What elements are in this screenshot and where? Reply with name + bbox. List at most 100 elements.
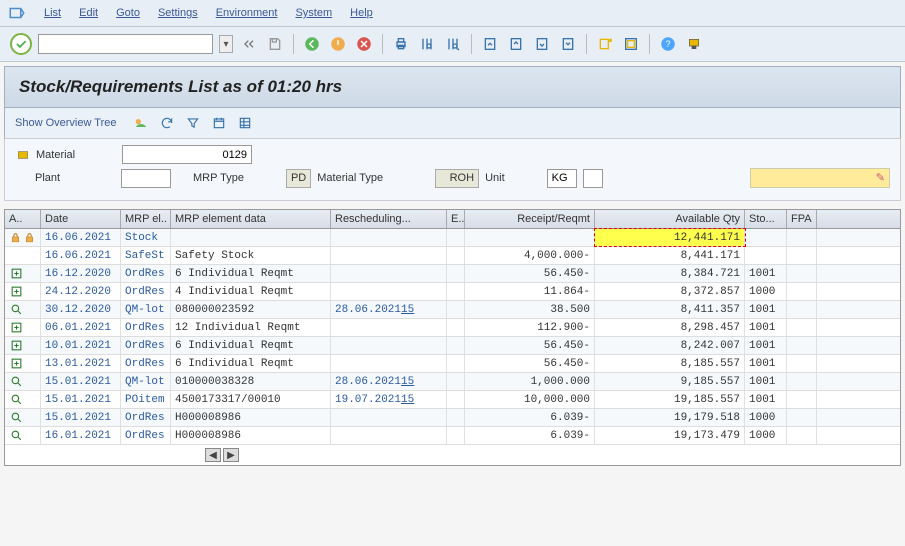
save-icon[interactable] [265, 34, 285, 54]
row-action-icon[interactable] [9, 356, 24, 371]
hdr-resched[interactable]: Rescheduling... [331, 210, 447, 228]
cell-mrpel: OrdRes [121, 355, 171, 372]
cell-e [447, 265, 465, 282]
app-toolbar: ▾ ? [0, 27, 905, 62]
cell-fpa [787, 373, 817, 390]
hdr-mrpel[interactable]: MRP el.. [121, 210, 171, 228]
h-scrollbar[interactable]: ◀ ▶ [5, 445, 900, 465]
cell-fpa [787, 247, 817, 264]
tcode-input[interactable] [38, 34, 213, 54]
menu-settings[interactable]: Settings [158, 7, 198, 19]
unit-extra-input[interactable] [583, 169, 603, 188]
refresh-icon[interactable] [158, 114, 176, 132]
main-menu-bar: List Edit Goto Settings Environment Syst… [0, 0, 905, 27]
row-action-icon[interactable] [9, 248, 24, 263]
plant-input[interactable] [121, 169, 171, 188]
find-next-icon[interactable] [443, 34, 463, 54]
row-action-icon[interactable] [9, 266, 24, 281]
menu-help[interactable]: Help [350, 7, 373, 19]
cell-e [447, 247, 465, 264]
hdr-a[interactable]: A.. [5, 210, 41, 228]
help-icon[interactable]: ? [658, 34, 678, 54]
cell-fpa [787, 265, 817, 282]
pencil-icon: ✎ [876, 171, 885, 184]
first-page-icon[interactable] [480, 34, 500, 54]
grid-row[interactable]: 30.12.2020QM-lot08000002359228.06.2021 1… [5, 301, 900, 319]
row-action-icon[interactable] [9, 410, 24, 425]
scroll-right-icon[interactable]: ▶ [223, 448, 239, 462]
menu-goto[interactable]: Goto [116, 7, 140, 19]
cell-e [447, 301, 465, 318]
row-action-icon[interactable] [9, 374, 24, 389]
back-chevrons-icon[interactable] [239, 34, 259, 54]
grid-row[interactable]: 15.01.2021POitem4500173317/0001019.07.20… [5, 391, 900, 409]
hdr-receipt[interactable]: Receipt/Reqmt [465, 210, 595, 228]
nav-back-icon[interactable] [302, 34, 322, 54]
graphic-icon[interactable] [132, 114, 150, 132]
nav-exit-icon[interactable] [328, 34, 348, 54]
scroll-left-icon[interactable]: ◀ [205, 448, 221, 462]
hdr-availqty[interactable]: Available Qty [595, 210, 745, 228]
next-page-icon[interactable] [532, 34, 552, 54]
prev-page-icon[interactable] [506, 34, 526, 54]
cell-e [447, 355, 465, 372]
enter-button[interactable] [10, 33, 32, 55]
print-icon[interactable] [391, 34, 411, 54]
cell-sto: 1001 [745, 373, 787, 390]
row-action-icon[interactable] [9, 338, 24, 353]
hdr-date[interactable]: Date [41, 210, 121, 228]
layout-icon[interactable] [684, 34, 704, 54]
cell-date: 30.12.2020 [41, 301, 121, 318]
unit-input[interactable] [547, 169, 577, 188]
cell-mrpel: OrdRes [121, 319, 171, 336]
cell-availqty: 8,242.007 [595, 337, 745, 354]
row-action-icon[interactable] [9, 230, 22, 245]
cell-data: 6 Individual Reqmt [171, 355, 331, 372]
grid-row[interactable]: 16.06.2021Stock12,441.171 [5, 229, 900, 247]
cell-resched [331, 283, 447, 300]
grid-row[interactable]: 06.01.2021OrdRes12 Individual Reqmt112.9… [5, 319, 900, 337]
cell-resched [331, 229, 447, 246]
hdr-e[interactable]: E.. [447, 210, 465, 228]
show-overview-tree-link[interactable]: Show Overview Tree [15, 117, 116, 129]
shortcut-icon[interactable] [621, 34, 641, 54]
menu-edit[interactable]: Edit [79, 7, 98, 19]
menu-environment[interactable]: Environment [216, 7, 278, 19]
filter-icon[interactable] [184, 114, 202, 132]
hdr-fpa[interactable]: FPA [787, 210, 817, 228]
find-icon[interactable] [417, 34, 437, 54]
grid-row[interactable]: 16.01.2021OrdResH0000089866.039-19,173.4… [5, 427, 900, 445]
grid-row[interactable]: 16.12.2020OrdRes6 Individual Reqmt56.450… [5, 265, 900, 283]
row-action-icon[interactable] [9, 320, 24, 335]
menu-system[interactable]: System [295, 7, 332, 19]
grid-row[interactable]: 10.01.2021OrdRes6 Individual Reqmt56.450… [5, 337, 900, 355]
grid-row[interactable]: 15.01.2021OrdResH0000089866.039-19,179.5… [5, 409, 900, 427]
row-action-icon[interactable] [9, 284, 24, 299]
grid-row[interactable]: 16.06.2021SafeStSafety Stock4,000.000-8,… [5, 247, 900, 265]
cell-data: 010000038328 [171, 373, 331, 390]
filter-block: Material Plant MRP Type PD Material Type… [4, 139, 901, 201]
cell-data [171, 229, 331, 246]
row-action-icon[interactable] [9, 428, 24, 443]
grid-row[interactable]: 15.01.2021QM-lot01000003832828.06.2021 1… [5, 373, 900, 391]
grid-icon[interactable] [236, 114, 254, 132]
cell-receipt: 10,000.000 [465, 391, 595, 408]
hdr-data[interactable]: MRP element data [171, 210, 331, 228]
last-page-icon[interactable] [558, 34, 578, 54]
material-input[interactable] [122, 145, 252, 164]
grid-header: A.. Date MRP el.. MRP element data Resch… [5, 210, 900, 229]
new-session-icon[interactable] [595, 34, 615, 54]
menu-list[interactable]: List [44, 7, 61, 19]
grid-row[interactable]: 24.12.2020OrdRes4 Individual Reqmt11.864… [5, 283, 900, 301]
tcode-dropdown[interactable]: ▾ [219, 35, 233, 53]
mrptype-label: MRP Type [193, 172, 244, 184]
hdr-sto[interactable]: Sto... [745, 210, 787, 228]
grid-row[interactable]: 13.01.2021OrdRes6 Individual Reqmt56.450… [5, 355, 900, 373]
nav-cancel-icon[interactable] [354, 34, 374, 54]
date-icon[interactable] [210, 114, 228, 132]
row-action-icon[interactable] [9, 302, 24, 317]
row-action-icon[interactable] [9, 392, 24, 407]
comment-bar[interactable]: ✎ [750, 168, 890, 188]
unit-label: Unit [485, 172, 505, 184]
cell-resched [331, 355, 447, 372]
